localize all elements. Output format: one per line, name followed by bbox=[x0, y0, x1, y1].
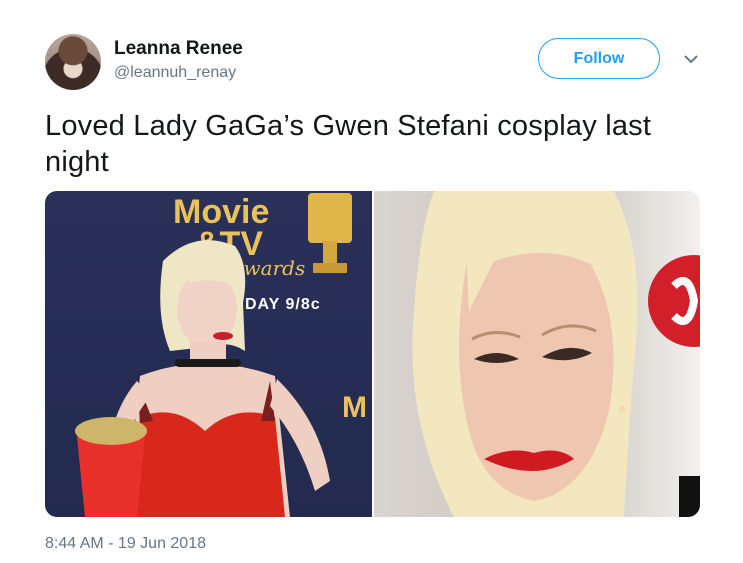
follow-button[interactable]: Follow bbox=[538, 38, 660, 79]
backdrop-date: DAY 9/8c bbox=[245, 296, 321, 313]
tweet-text: Loved Lady GaGa’s Gwen Stefani cosplay l… bbox=[45, 110, 652, 178]
tweet-timestamp[interactable]: 8:44 AM - 19 Jun 2018 bbox=[45, 535, 206, 553]
photo-gwen-stefani[interactable] bbox=[374, 191, 700, 517]
photo-left-art: Movie &TV Awards DAY 9/8c M bbox=[75, 193, 367, 517]
svg-text:M: M bbox=[342, 391, 367, 424]
media-grid: Movie &TV Awards DAY 9/8c M bbox=[45, 191, 700, 517]
photo-lady-gaga[interactable]: Movie &TV Awards DAY 9/8c M bbox=[45, 191, 372, 517]
author-name[interactable]: Leanna Renee bbox=[114, 38, 243, 60]
author-handle[interactable]: @leannuh_renay bbox=[114, 64, 236, 82]
photo-right-art bbox=[412, 191, 700, 517]
chevron-down-icon[interactable] bbox=[684, 54, 698, 64]
avatar[interactable] bbox=[45, 34, 101, 90]
